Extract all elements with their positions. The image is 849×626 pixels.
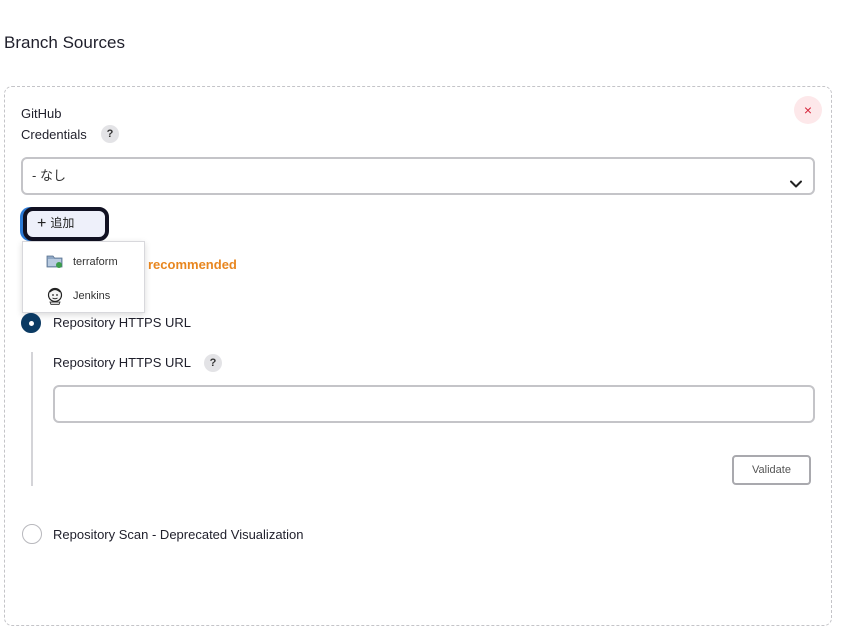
provider-title: GitHub <box>21 106 62 121</box>
repo-url-label: Repository HTTPS URL <box>53 355 191 370</box>
menu-item-jenkins[interactable]: Jenkins <box>23 281 144 311</box>
credentials-help-icon[interactable]: ? <box>101 125 119 143</box>
menu-item-terraform[interactable]: terraform <box>23 247 144 277</box>
jenkins-icon <box>46 287 64 308</box>
add-credentials-button[interactable]: + 追加 <box>23 207 109 241</box>
repo-url-help-icon[interactable]: ? <box>204 354 222 372</box>
radio-repository-scan[interactable] <box>22 524 42 544</box>
radio-repository-scan-label: Repository Scan - Deprecated Visualizati… <box>53 527 304 542</box>
menu-item-label: terraform <box>73 256 118 268</box>
recommended-text: recommended <box>148 257 237 272</box>
radio-https-url-label: Repository HTTPS URL <box>53 315 191 330</box>
credentials-label: Credentials <box>21 127 87 142</box>
add-button-label: 追加 <box>50 216 75 230</box>
section-title: Branch Sources <box>4 33 125 52</box>
add-credentials-menu: terraform Jenkins <box>22 241 145 313</box>
credentials-select-value: - なし <box>32 168 66 183</box>
menu-item-label: Jenkins <box>73 290 111 302</box>
radio-https-url[interactable] <box>21 313 41 333</box>
credentials-select[interactable]: - なし <box>21 157 815 195</box>
repo-url-input[interactable] <box>53 385 815 423</box>
folder-icon <box>46 253 64 272</box>
validate-button[interactable]: Validate <box>732 455 811 485</box>
chevron-down-icon <box>789 170 803 204</box>
close-icon[interactable]: × <box>794 96 822 124</box>
option-divider <box>31 352 33 486</box>
plus-icon: + <box>37 215 47 232</box>
